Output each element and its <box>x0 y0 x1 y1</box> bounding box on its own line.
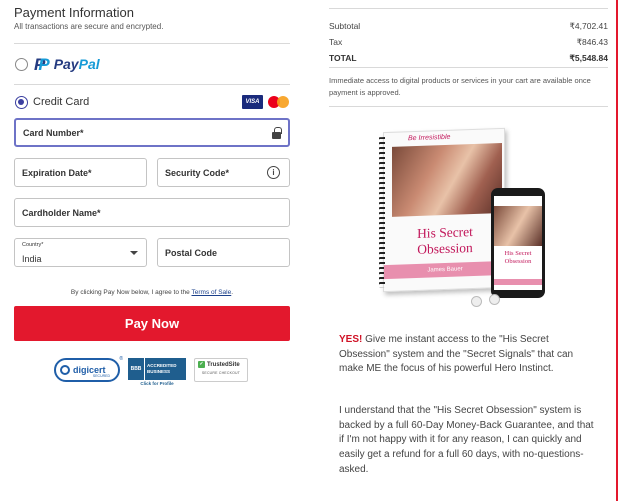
earbuds-icon <box>469 292 509 312</box>
cover-photo <box>392 142 502 217</box>
subtotal-value: ₹4,702.41 <box>569 20 609 31</box>
card-brands: VISA <box>242 95 290 109</box>
credit-card-option[interactable]: Credit Card VISA <box>14 85 290 119</box>
postal-code-field[interactable]: Postal Code <box>157 238 290 267</box>
credit-card-label: Credit Card <box>33 96 90 108</box>
info-icon[interactable]: i <box>267 166 280 179</box>
bbb-logo-icon: BBB <box>128 358 144 380</box>
paypal-option[interactable]: PP PayPal <box>14 44 290 84</box>
cardholder-name-field[interactable]: Cardholder Name* <box>14 198 290 227</box>
tax-row: Tax ₹846.43 <box>329 35 608 49</box>
terms-agreement: By clicking Pay Now below, I agree to th… <box>70 289 234 296</box>
payment-section: Payment Information All transactions are… <box>14 0 290 386</box>
mastercard-icon <box>268 95 290 109</box>
divider <box>329 106 608 107</box>
trustedsite-badge[interactable]: ✓ TrustedSite SECURE CHECKOUT <box>194 358 248 382</box>
yes-statement: YES! Give me instant access to the "His … <box>339 334 574 375</box>
access-note: Immediate access to digital products or … <box>329 76 591 97</box>
total-label: TOTAL <box>329 53 357 63</box>
credit-card-radio[interactable] <box>15 95 28 109</box>
payment-title: Payment Information <box>14 5 134 20</box>
book-cover: Be Irresistible His Secret Obsession Jame… <box>379 127 506 293</box>
order-summary: Subtotal ₹4,702.41 Tax ₹846.43 TOTAL ₹5,… <box>329 0 608 307</box>
expiration-date-label: Expiration Date* <box>22 167 92 178</box>
chevron-down-icon <box>130 251 138 255</box>
digicert-icon <box>60 365 70 375</box>
trust-badges: digicert SECURED ® BBB ACCREDITED BUSINE… <box>54 356 248 386</box>
pay-now-button[interactable]: Pay Now <box>14 306 290 341</box>
cardholder-name-label: Cardholder Name* <box>22 207 101 218</box>
visa-icon: VISA <box>242 95 263 109</box>
accent-border <box>616 0 618 501</box>
product-image: Be Irresistible His Secret Obsession Jame… <box>373 127 563 315</box>
total-value: ₹5,548.84 <box>569 52 609 63</box>
paypal-radio[interactable] <box>15 57 28 71</box>
tax-value: ₹846.43 <box>576 36 608 47</box>
security-code-label: Security Code* <box>165 167 230 178</box>
guarantee-statement: I understand that the "His Secret Obsess… <box>339 405 594 475</box>
card-number-field[interactable]: Card Number* <box>14 118 290 147</box>
paypal-icon: PP <box>34 54 50 74</box>
country-value: India <box>22 254 42 264</box>
phone-mockup: His Secret Obsession <box>491 188 545 298</box>
subtotal-row: Subtotal ₹4,702.41 <box>329 17 608 35</box>
expiration-date-field[interactable]: Expiration Date* <box>14 158 147 187</box>
country-select[interactable]: Country* India <box>14 238 147 267</box>
tax-label: Tax <box>329 37 343 47</box>
digicert-badge[interactable]: digicert SECURED ® <box>54 356 123 382</box>
bbb-click-for-profile: Click for Profile <box>140 381 174 386</box>
lock-icon <box>272 127 282 139</box>
payment-subtitle: All transactions are secure and encrypte… <box>14 22 164 31</box>
paypal-logo: PP PayPal <box>34 54 100 74</box>
postal-code-label: Postal Code <box>165 247 218 258</box>
card-number-label: Card Number* <box>23 127 84 138</box>
divider <box>329 67 608 68</box>
country-label: Country* <box>22 242 44 248</box>
total-row: TOTAL ₹5,548.84 <box>329 49 608 67</box>
terms-of-sale-link[interactable]: Terms of Sale <box>192 289 232 296</box>
check-icon: ✓ <box>198 361 205 368</box>
security-code-field[interactable]: Security Code* i <box>157 158 290 187</box>
subtotal-label: Subtotal <box>329 21 361 31</box>
bbb-badge[interactable]: BBB ACCREDITED BUSINESS Click for Profil… <box>128 358 186 386</box>
